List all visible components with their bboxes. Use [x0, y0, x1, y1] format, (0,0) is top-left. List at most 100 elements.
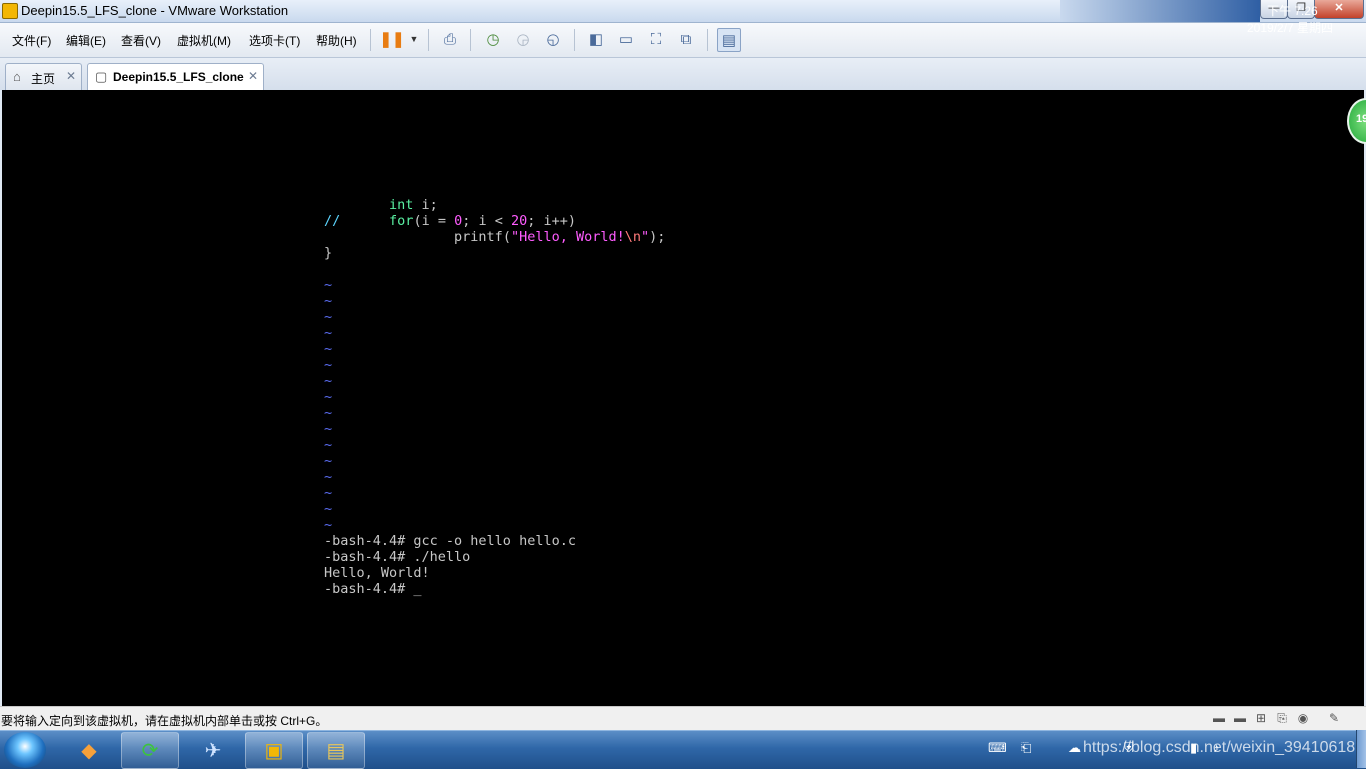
terminal-indent [324, 229, 454, 245]
refresh-app-icon: ⟳ [141, 740, 159, 762]
taskbar-app-folder[interactable]: ▤ [307, 732, 365, 769]
vim-empty-line-marker: ~ [324, 453, 333, 469]
title-bar-decoration [1060, 0, 1260, 22]
vim-empty-line-marker: ~ [324, 373, 333, 389]
vim-empty-line-marker: ~ [324, 517, 333, 533]
terminal-text: int [389, 197, 414, 213]
sound-icon[interactable]: ◉ [1295, 711, 1311, 725]
browser-icon: ◆ [81, 740, 97, 762]
terminal-text: ; i++) [527, 213, 577, 229]
terminal-text: // [324, 213, 341, 229]
menu-bar: 文件(F) 编辑(E) 查看(V) 虚拟机(M) 选项卡(T) 帮助(H) ❚❚… [0, 23, 1366, 58]
badge-text: 19 [1356, 113, 1366, 125]
vim-empty-line-marker: ~ [324, 277, 333, 293]
terminal-text: printf( [454, 229, 511, 245]
message-icon[interactable]: ✎ [1326, 711, 1342, 725]
terminal-line: ~ [324, 485, 665, 501]
terminal-text: -bash-4.4# [324, 581, 414, 597]
terminal-line: ~ [324, 453, 665, 469]
terminal-line: -bash-4.4# ./hello [324, 549, 665, 565]
menu-edit[interactable]: 编辑(E) [66, 32, 106, 49]
vim-empty-line-marker: ~ [324, 405, 333, 421]
terminal-text: -bash-4.4# ./hello [324, 549, 471, 565]
send-keys-icon[interactable]: ⎙ [439, 28, 461, 50]
cloud-icon[interactable]: ☁ [1068, 740, 1081, 756]
terminal-text: "Hello, World! [510, 229, 625, 245]
hdd2-icon[interactable]: ▬ [1232, 711, 1248, 725]
start-button[interactable] [4, 732, 46, 768]
vm-console[interactable]: int i;// for(i = 0; i < 20; i++) printf(… [2, 90, 1364, 706]
terminal-text: ; i < [462, 213, 511, 229]
fullscreen-bar-icon[interactable]: ▭ [615, 28, 637, 50]
keyboard-icon[interactable]: ⌨ [988, 740, 1007, 756]
terminal-text: -bash-4.4# gcc -o hello hello.c [324, 533, 576, 549]
menu-file[interactable]: 文件(F) [12, 32, 51, 49]
terminal-line: Hello, World! [324, 565, 665, 581]
terminal-text: _ [413, 581, 422, 597]
tab-home-label: 主页 [31, 72, 56, 86]
terminal-line: } [324, 245, 665, 261]
terminal-line: ~ [324, 405, 665, 421]
bird-app-icon: ✈ [204, 740, 222, 762]
taskbar-app-vmware[interactable]: ▣ [245, 732, 303, 769]
terminal-line: ~ [324, 325, 665, 341]
menu-help[interactable]: 帮助(H) [316, 32, 357, 49]
vim-empty-line-marker: ~ [324, 341, 333, 357]
terminal-text: ); [649, 229, 666, 245]
snapshot-revert-icon[interactable]: ◶ [512, 28, 534, 50]
usb-icon[interactable]: ⎘ [1274, 711, 1290, 725]
hdd-icon[interactable]: ▬ [1211, 711, 1227, 725]
show-desktop-button[interactable] [1356, 730, 1366, 768]
taskbar-app-browser[interactable]: ◆ [60, 732, 118, 769]
taskbar-app-bird[interactable]: ✈ [184, 732, 242, 769]
dropdown-arrow-icon[interactable]: ▼ [403, 28, 425, 50]
menu-vm[interactable]: 虚拟机(M) [177, 32, 231, 49]
home-icon: ⌂ [13, 69, 21, 84]
network-icon[interactable]: ⊞ [1253, 711, 1269, 725]
vim-empty-line-marker: ~ [324, 309, 333, 325]
vim-empty-line-marker: ~ [324, 325, 333, 341]
tab-vm[interactable]: ▢ Deepin15.5_LFS_clone ✕ [87, 63, 264, 90]
folder-icon: ▤ [326, 740, 346, 762]
terminal-text: 20 [511, 213, 528, 229]
vm-icon: ▢ [95, 69, 108, 84]
toolbar-separator [428, 29, 429, 51]
snapshot-take-icon[interactable]: ◷ [482, 28, 504, 50]
terminal-text: for [389, 213, 414, 229]
terminal-line: int i; [324, 197, 665, 213]
fit-window-icon[interactable]: ⛶ [645, 28, 667, 50]
vim-empty-line-marker: ~ [324, 501, 333, 517]
console-view-icon[interactable]: ◧ [585, 28, 607, 50]
vim-empty-line-marker: ~ [324, 389, 333, 405]
toolbar-separator [707, 29, 708, 51]
terminal-line: -bash-4.4# _ [324, 581, 665, 597]
terminal-line: // for(i = 0; i < 20; i++) [324, 213, 665, 229]
menu-view[interactable]: 查看(V) [121, 32, 161, 49]
terminal-output: int i;// for(i = 0; i < 20; i++) printf(… [324, 197, 665, 597]
pause-icon[interactable]: ❚❚ [379, 28, 404, 50]
terminal-line: ~ [324, 501, 665, 517]
terminal-line: ~ [324, 469, 665, 485]
devices-icon[interactable]: ⎗ [1021, 740, 1031, 756]
terminal-line: ~ [324, 277, 665, 293]
toolbar-separator [470, 29, 471, 51]
tab-vm-close-icon[interactable]: ✕ [248, 69, 258, 83]
close-button[interactable]: ✕ [1314, 0, 1364, 19]
clock-date[interactable]: 2019/2/7 星期四 [1247, 19, 1333, 36]
terminal-text: Hello, World! [324, 565, 430, 581]
library-view-icon[interactable]: ▤ [717, 28, 741, 52]
terminal-text: } [324, 245, 333, 261]
clock-time[interactable]: 下午 7:26 [1267, 2, 1318, 19]
terminal-line: printf("Hello, World!\n"); [324, 229, 665, 245]
menu-tabs[interactable]: 选项卡(T) [249, 32, 300, 49]
tab-home-close-icon[interactable]: ✕ [66, 69, 76, 83]
unity-icon[interactable]: ⧉ [675, 28, 697, 50]
taskbar-app-refresh[interactable]: ⟳ [121, 732, 179, 769]
window-title: Deepin15.5_LFS_clone - VMware Workstatio… [21, 3, 289, 18]
vim-empty-line-marker: ~ [324, 485, 333, 501]
terminal-text: 0 [454, 213, 463, 229]
tab-home[interactable]: ⌂ 主页 ✕ [5, 63, 82, 90]
snapshot-manager-icon[interactable]: ◵ [542, 28, 564, 50]
